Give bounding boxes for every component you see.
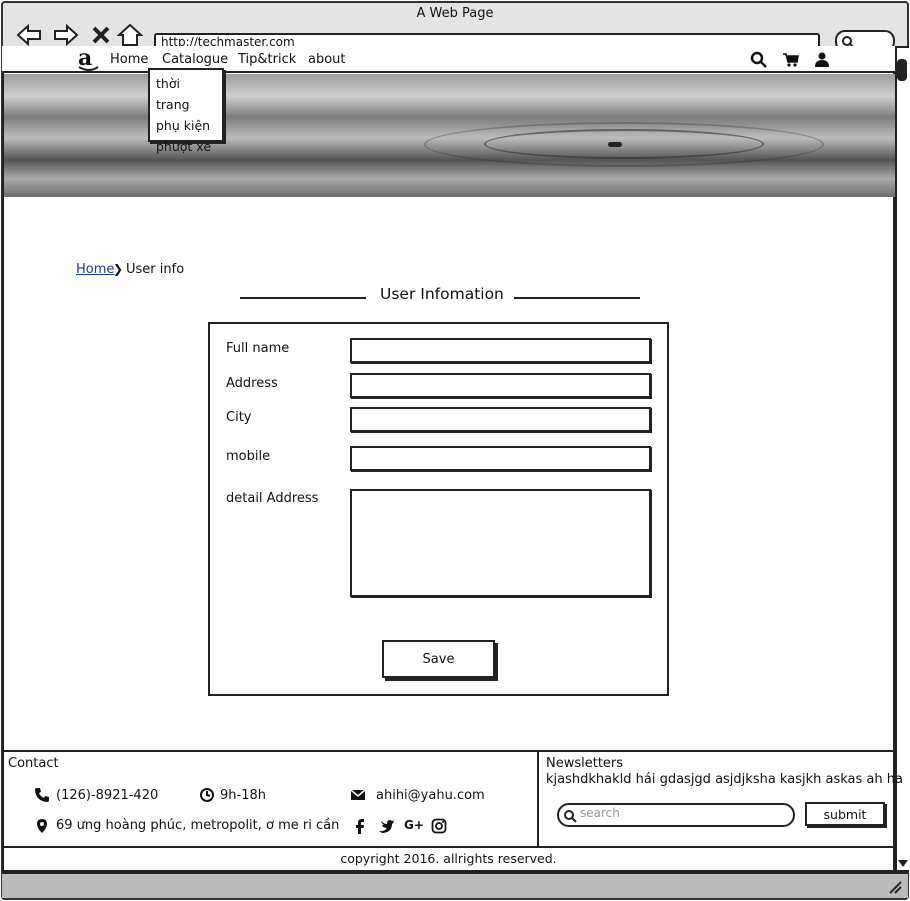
window-title: A Web Page bbox=[416, 6, 494, 21]
dropdown-item-phu-kien[interactable]: phụ kiện bbox=[156, 115, 216, 136]
breadcrumb-current: User info bbox=[126, 262, 185, 277]
search-icon[interactable] bbox=[750, 51, 768, 69]
resize-grip-icon[interactable] bbox=[888, 880, 902, 894]
facebook-icon[interactable] bbox=[352, 818, 368, 834]
nav-tip-trick[interactable]: Tip&trick bbox=[238, 52, 296, 67]
submit-button[interactable]: submit bbox=[805, 802, 885, 826]
mobile-label: mobile bbox=[226, 449, 271, 464]
copyright: copyright 2016. allrights reserved. bbox=[2, 846, 895, 872]
cart-icon[interactable] bbox=[782, 51, 800, 69]
contact-phone: (126)-8921-420 bbox=[56, 788, 159, 803]
instagram-icon[interactable] bbox=[431, 818, 447, 834]
address-label: Address bbox=[226, 376, 278, 391]
dropdown-item-thoi-trang[interactable]: thời trang bbox=[156, 73, 216, 115]
title-divider-left bbox=[240, 297, 366, 299]
envelope-icon bbox=[350, 789, 366, 800]
full-name-input[interactable] bbox=[350, 338, 651, 363]
newsletter-search-placeholder: search bbox=[580, 806, 620, 820]
mobile-input[interactable] bbox=[350, 446, 651, 471]
address-input[interactable] bbox=[350, 373, 651, 398]
phone-icon bbox=[35, 788, 49, 802]
city-label: City bbox=[226, 410, 252, 425]
chevron-right-icon: ❯ bbox=[113, 262, 124, 276]
home-icon[interactable] bbox=[117, 22, 143, 48]
contact-email[interactable]: ahihi@yahu.com bbox=[376, 788, 485, 803]
water-drop bbox=[608, 142, 622, 147]
logo-smile-icon bbox=[78, 66, 99, 71]
dropdown-item-phuot-xe[interactable]: phượt xe bbox=[156, 136, 216, 157]
page-title: User Infomation bbox=[380, 285, 504, 303]
save-button[interactable]: Save bbox=[382, 640, 495, 678]
clock-icon bbox=[200, 788, 214, 802]
twitter-icon[interactable] bbox=[378, 818, 394, 834]
nav-about[interactable]: about bbox=[308, 52, 346, 67]
google-plus-icon[interactable]: G+ bbox=[404, 818, 424, 832]
catalogue-dropdown: thời trang phụ kiện phượt xe bbox=[148, 68, 224, 154]
breadcrumb-home[interactable]: Home bbox=[76, 262, 114, 277]
detail-address-textarea[interactable] bbox=[350, 489, 651, 597]
back-icon[interactable] bbox=[16, 22, 42, 48]
detail-address-label: detail Address bbox=[226, 491, 319, 506]
forward-icon[interactable] bbox=[53, 22, 79, 48]
water-ripple bbox=[424, 122, 824, 167]
newsletter-title: Newsletters bbox=[546, 756, 624, 771]
user-icon[interactable] bbox=[813, 51, 831, 69]
nav-catalogue[interactable]: Catalogue bbox=[162, 52, 228, 67]
newsletter-text: kjashdkhakld hái gdasjgd asjdjksha kasjk… bbox=[546, 772, 903, 787]
contact-address: 69 ưng hoàng phúc, metropolit, ơ me ri c… bbox=[56, 818, 340, 833]
status-bar bbox=[2, 872, 908, 898]
city-input[interactable] bbox=[350, 407, 651, 432]
scroll-down-icon[interactable] bbox=[898, 860, 908, 868]
search-icon bbox=[564, 810, 577, 823]
title-divider-right bbox=[514, 297, 640, 299]
scrollbar-track[interactable] bbox=[895, 46, 909, 872]
scrollbar-thumb[interactable] bbox=[897, 59, 907, 81]
map-marker-icon bbox=[37, 819, 47, 833]
nav-home[interactable]: Home bbox=[110, 52, 148, 67]
contact-title: Contact bbox=[8, 756, 59, 771]
contact-hours: 9h-18h bbox=[220, 788, 266, 803]
full-name-label: Full name bbox=[226, 341, 290, 356]
hero-banner bbox=[4, 74, 895, 197]
